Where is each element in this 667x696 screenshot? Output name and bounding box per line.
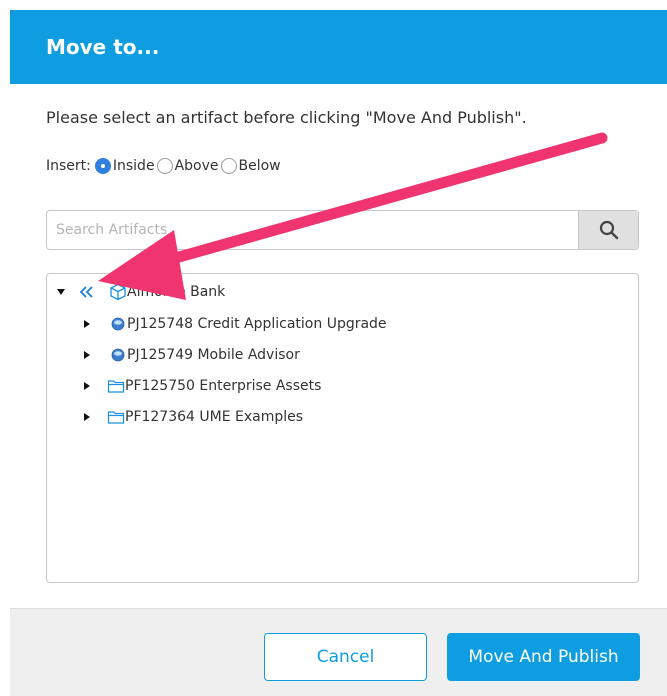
search-input[interactable] — [47, 211, 579, 249]
insert-label: Insert: — [46, 158, 91, 174]
caret-down-icon[interactable] — [55, 286, 67, 298]
tree-node-root[interactable]: Almonte Bank — [55, 281, 225, 303]
chevron-double-left-icon[interactable] — [79, 284, 95, 300]
project-icon — [109, 315, 127, 333]
instruction-text: Please select an artifact before clickin… — [46, 108, 527, 127]
radio-above[interactable] — [156, 158, 173, 174]
caret-right-icon[interactable] — [81, 318, 93, 330]
radio-below[interactable] — [220, 158, 237, 174]
insert-option-above[interactable]: Above — [156, 158, 219, 174]
tree-node-pj125748[interactable]: PJ125748 Credit Application Upgrade — [81, 313, 387, 335]
radio-above-label: Above — [174, 158, 219, 174]
tree-node-pj125749[interactable]: PJ125749 Mobile Advisor — [81, 344, 300, 366]
caret-right-icon[interactable] — [81, 380, 93, 392]
cube-icon — [109, 283, 127, 301]
dialog-footer: Cancel Move And Publish — [10, 608, 667, 696]
search-button[interactable] — [578, 211, 638, 249]
radio-inside-label: Inside — [112, 158, 155, 174]
insert-options: Insert: Inside Above Below — [46, 155, 283, 177]
dialog-header: Move to... — [10, 10, 667, 84]
tree-node-label: PJ125749 Mobile Advisor — [127, 347, 300, 363]
insert-option-below[interactable]: Below — [220, 158, 281, 174]
move-and-publish-button[interactable]: Move And Publish — [447, 633, 640, 681]
move-to-dialog: Move to... Please select an artifact bef… — [0, 0, 667, 696]
project-icon — [109, 346, 127, 364]
tree-node-pf125750[interactable]: PF125750 Enterprise Assets — [81, 375, 321, 397]
cancel-button[interactable]: Cancel — [264, 633, 427, 681]
tree-node-label: PF127364 UME Examples — [125, 409, 304, 425]
folder-icon — [107, 408, 125, 426]
caret-right-icon[interactable] — [81, 411, 93, 423]
tree-node-pf127364[interactable]: PF127364 UME Examples — [81, 406, 303, 428]
insert-option-inside[interactable]: Inside — [94, 158, 155, 174]
search-icon — [599, 220, 618, 240]
search-box — [46, 210, 639, 250]
tree-node-label: Almonte Bank — [127, 284, 226, 300]
folder-icon — [107, 377, 125, 395]
caret-right-icon[interactable] — [81, 349, 93, 361]
artifact-tree: Almonte Bank PJ125748 Credit Application… — [46, 273, 639, 583]
radio-inside[interactable] — [94, 158, 111, 174]
dialog-title: Move to... — [46, 35, 160, 59]
tree-node-label: PJ125748 Credit Application Upgrade — [127, 316, 387, 332]
tree-node-label: PF125750 Enterprise Assets — [125, 378, 322, 394]
radio-below-label: Below — [238, 158, 281, 174]
